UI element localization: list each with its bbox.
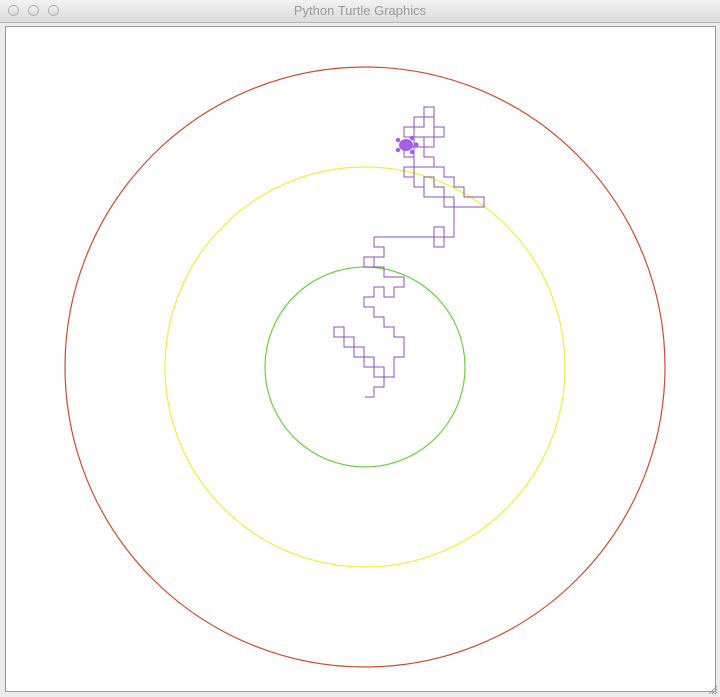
drawing-surface [64,66,666,668]
turtle-leg [409,149,415,155]
turtle-window: Python Turtle Graphics [0,0,720,697]
random-walk-path [333,106,485,398]
turtle-leg [395,147,401,153]
turtle-canvas [5,26,716,692]
turtle-leg [409,135,415,141]
window-title: Python Turtle Graphics [293,3,427,18]
turtle-cursor-icon [395,135,419,155]
turtle-leg [395,137,401,143]
turtle-head [413,142,419,148]
turtle-shell [399,139,413,151]
title-bar[interactable]: Python Turtle Graphics [0,0,720,23]
resize-grip-icon[interactable] [707,684,718,695]
